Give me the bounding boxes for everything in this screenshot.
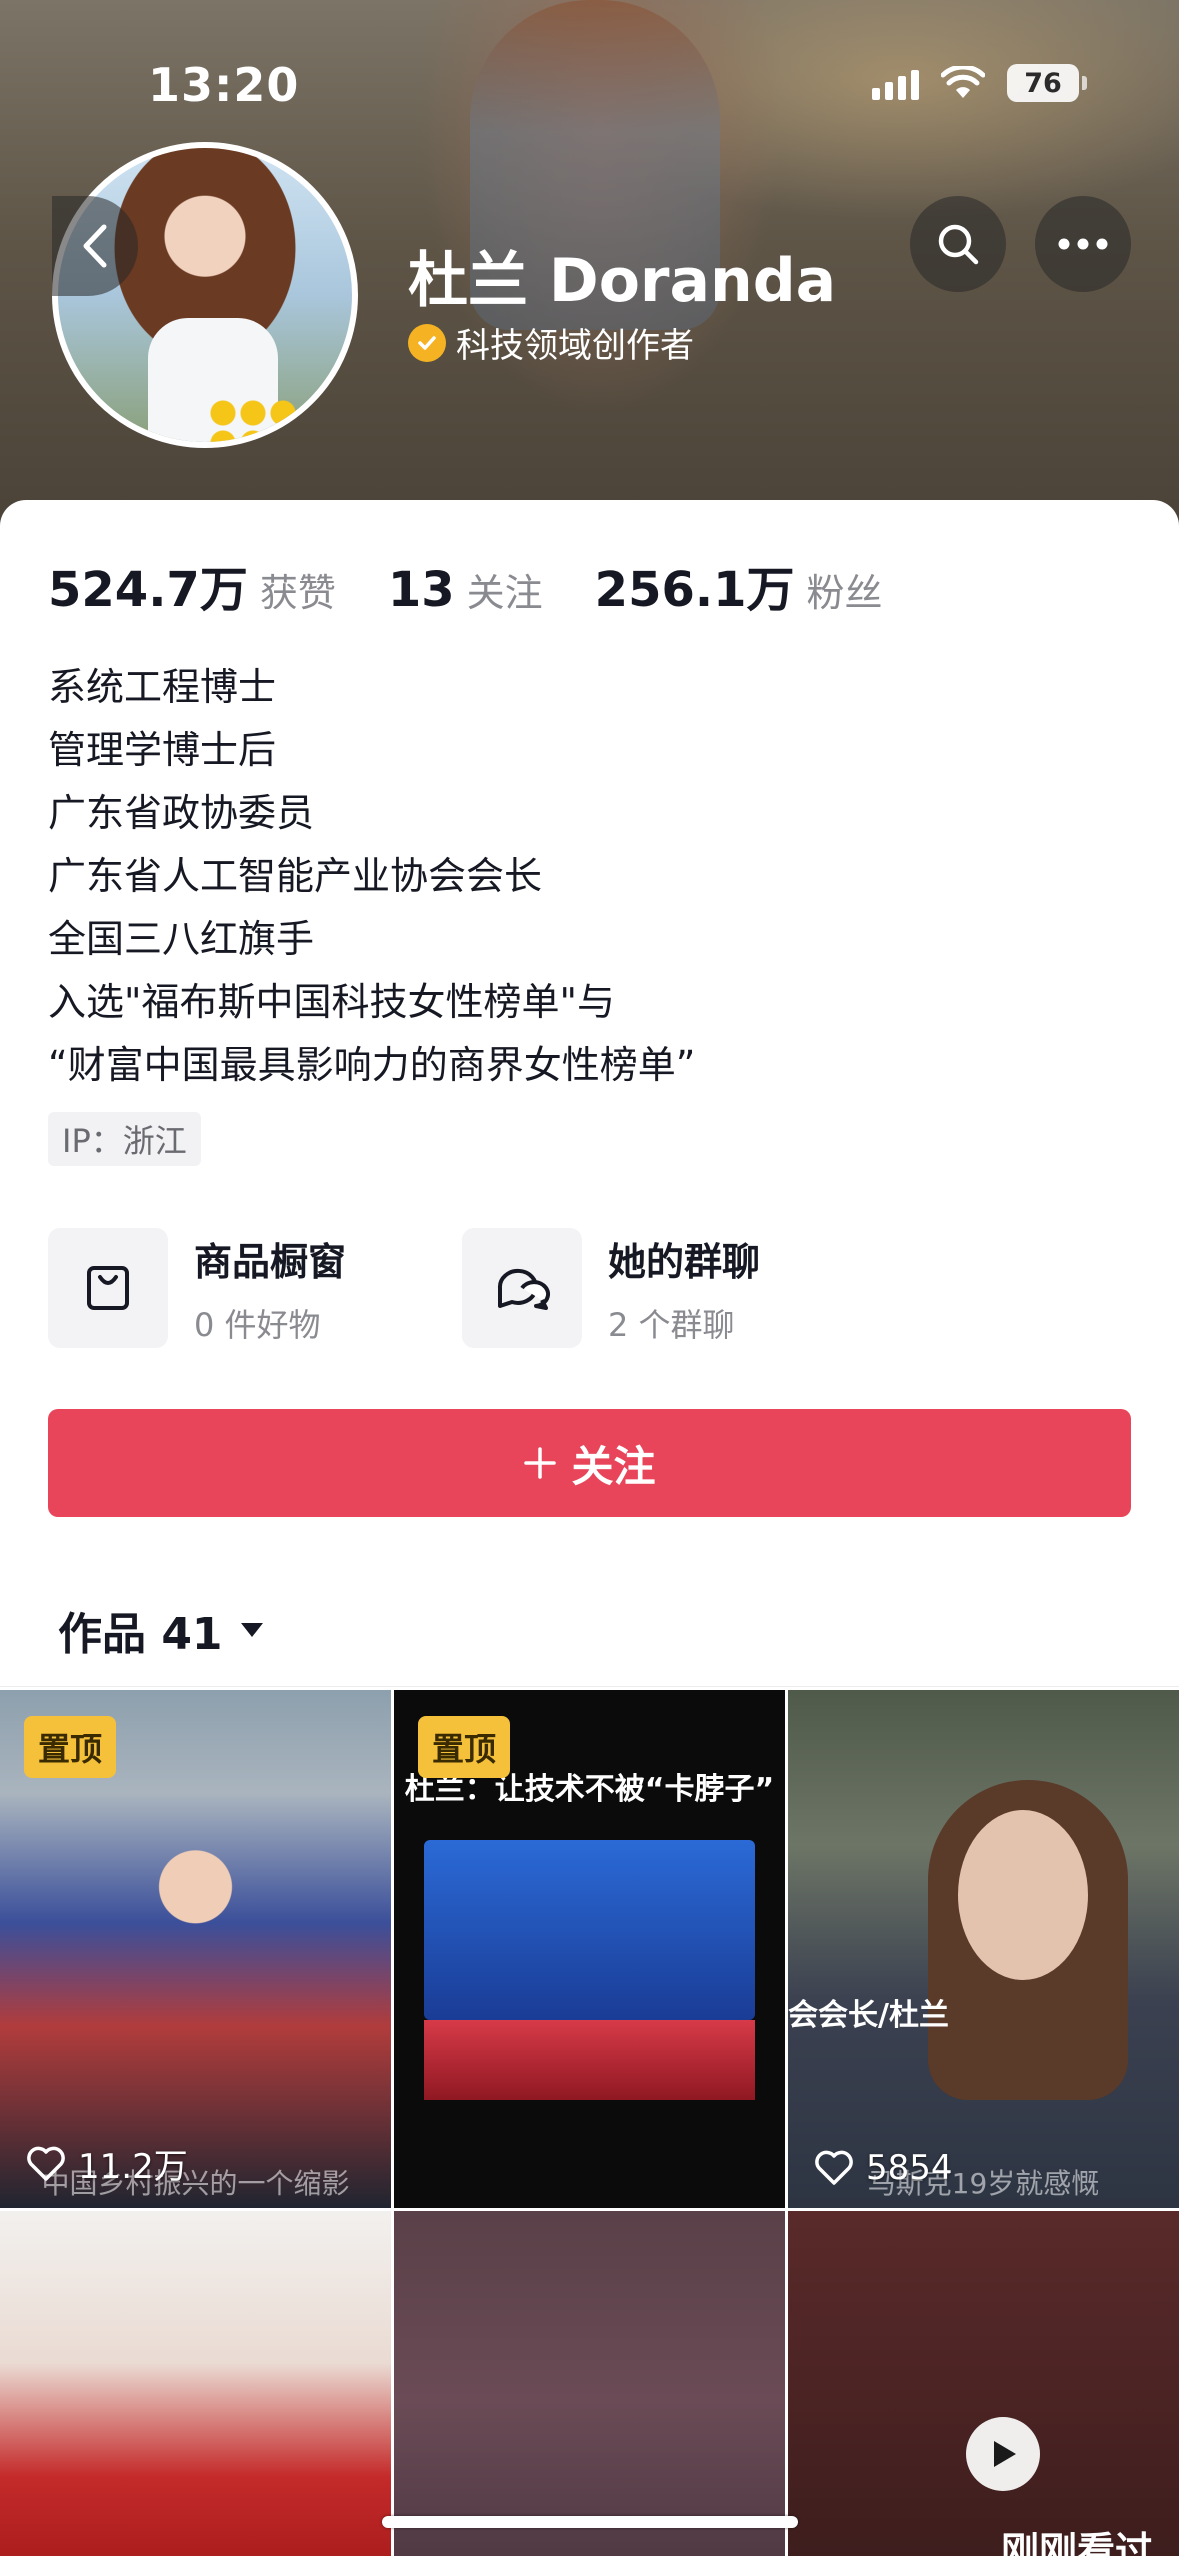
like-count: 5854 bbox=[866, 2148, 953, 2188]
wifi-icon bbox=[941, 66, 985, 98]
video-tile[interactable]: 杜兰：让技术不被“卡脖子” 置顶 bbox=[394, 1690, 785, 2208]
video-tile[interactable]: 刚刚看过 bbox=[788, 2211, 1179, 2556]
verified-badge-icon bbox=[408, 323, 446, 362]
follow-button[interactable]: 关注 bbox=[48, 1409, 1131, 1517]
like-count: 11.2万 bbox=[78, 2147, 188, 2187]
shop-window-entry[interactable]: 商品橱窗 0 件好物 bbox=[48, 1228, 346, 1348]
signal-icon bbox=[872, 66, 919, 100]
profile-stats: 524.7万 获赞 13 关注 256.1万 粉丝 bbox=[48, 550, 883, 620]
bio-line: 管理学博士后 bbox=[48, 728, 277, 772]
bio-line: 广东省政协委员 bbox=[48, 791, 315, 835]
entry-subtitle: 0 件好物 bbox=[194, 1305, 321, 1344]
video-likes: 11.2万 bbox=[26, 2139, 188, 2188]
heart-icon bbox=[27, 2146, 65, 2181]
video-tile[interactable] bbox=[394, 2211, 785, 2556]
group-chat-entry[interactable]: 她的群聊 2 个群聊 bbox=[462, 1228, 760, 1348]
heart-icon bbox=[815, 2150, 853, 2185]
chevron-left-icon bbox=[83, 224, 107, 268]
bio-line: 广东省人工智能产业协会会长 bbox=[48, 854, 543, 898]
ip-location-tag: IP：浙江 bbox=[48, 1112, 201, 1166]
stat-value: 524.7万 bbox=[48, 562, 248, 618]
video-tile[interactable]: 会会长/杜兰 马斯克19岁就感慨 5854 bbox=[788, 1690, 1179, 2208]
bio-line: “财富中国最具影响力的商界女性榜单” bbox=[48, 1043, 696, 1087]
stat-following[interactable]: 13 关注 bbox=[388, 562, 543, 618]
video-grid: 中国乡村振兴的一个缩影 置顶 11.2万 杜兰：让技术不被“卡脖子” 置顶 会会… bbox=[0, 1690, 1179, 2556]
video-tile[interactable]: 中国乡村振兴的一个缩影 置顶 11.2万 bbox=[0, 1690, 391, 2208]
verification-line: 科技领域创作者 bbox=[408, 318, 694, 367]
more-dots-icon bbox=[1058, 238, 1108, 250]
video-overlay-label: 会会长/杜兰 bbox=[788, 1998, 949, 2033]
search-button[interactable] bbox=[910, 196, 1006, 292]
stat-value: 256.1万 bbox=[594, 562, 795, 618]
bio-line: 入选"福布斯中国科技女性榜单"与 bbox=[48, 980, 615, 1024]
shopping-bag-icon bbox=[48, 1228, 168, 1348]
bio-line: 全国三八红旗手 bbox=[48, 917, 315, 961]
profile-bio: 系统工程博士 管理学博士后 广东省政协委员 广东省人工智能产业协会会长 全国三八… bbox=[48, 656, 695, 1097]
play-icon bbox=[966, 2417, 1040, 2491]
entry-subtitle: 2 个群聊 bbox=[608, 1305, 735, 1344]
recently-watched-badge: 刚刚看过 bbox=[1000, 2529, 1153, 2556]
entry-title: 商品橱窗 bbox=[194, 1239, 347, 1284]
stat-label: 粉丝 bbox=[806, 571, 883, 615]
works-tab-label: 作品 41 bbox=[58, 1609, 223, 1660]
chat-bubbles-icon bbox=[462, 1228, 582, 1348]
stat-followers[interactable]: 256.1万 粉丝 bbox=[595, 550, 883, 620]
divider bbox=[0, 1686, 1179, 1687]
verification-label: 科技领域创作者 bbox=[456, 326, 694, 366]
works-tab[interactable]: 作品 41 bbox=[58, 1598, 265, 1662]
more-button[interactable] bbox=[1035, 196, 1131, 292]
stat-label: 关注 bbox=[466, 571, 543, 615]
pinned-badge: 置顶 bbox=[24, 1716, 117, 1778]
video-likes: 5854 bbox=[814, 2148, 953, 2188]
profile-name: 杜兰 Doranda bbox=[408, 246, 837, 316]
battery-icon: 76 bbox=[1007, 64, 1087, 102]
video-thumbnail bbox=[424, 1840, 755, 2020]
entry-title: 她的群聊 bbox=[608, 1239, 761, 1284]
status-time: 13:20 bbox=[148, 58, 300, 112]
follow-button-label: 关注 bbox=[571, 1441, 656, 1491]
stat-likes[interactable]: 524.7万 获赞 bbox=[48, 550, 336, 620]
plus-icon bbox=[524, 1447, 557, 1479]
stat-value: 13 bbox=[387, 562, 455, 618]
bio-line: 系统工程博士 bbox=[48, 665, 277, 709]
video-tile[interactable] bbox=[0, 2211, 391, 2556]
stat-label: 获赞 bbox=[259, 571, 336, 615]
search-icon bbox=[938, 224, 979, 265]
pinned-badge: 置顶 bbox=[418, 1716, 511, 1778]
home-indicator[interactable] bbox=[382, 2516, 798, 2528]
video-thumbnail bbox=[958, 1810, 1088, 1980]
video-thumbnail bbox=[424, 2020, 755, 2100]
caret-down-icon bbox=[240, 1623, 263, 1637]
status-icons: 76 bbox=[872, 64, 1087, 102]
